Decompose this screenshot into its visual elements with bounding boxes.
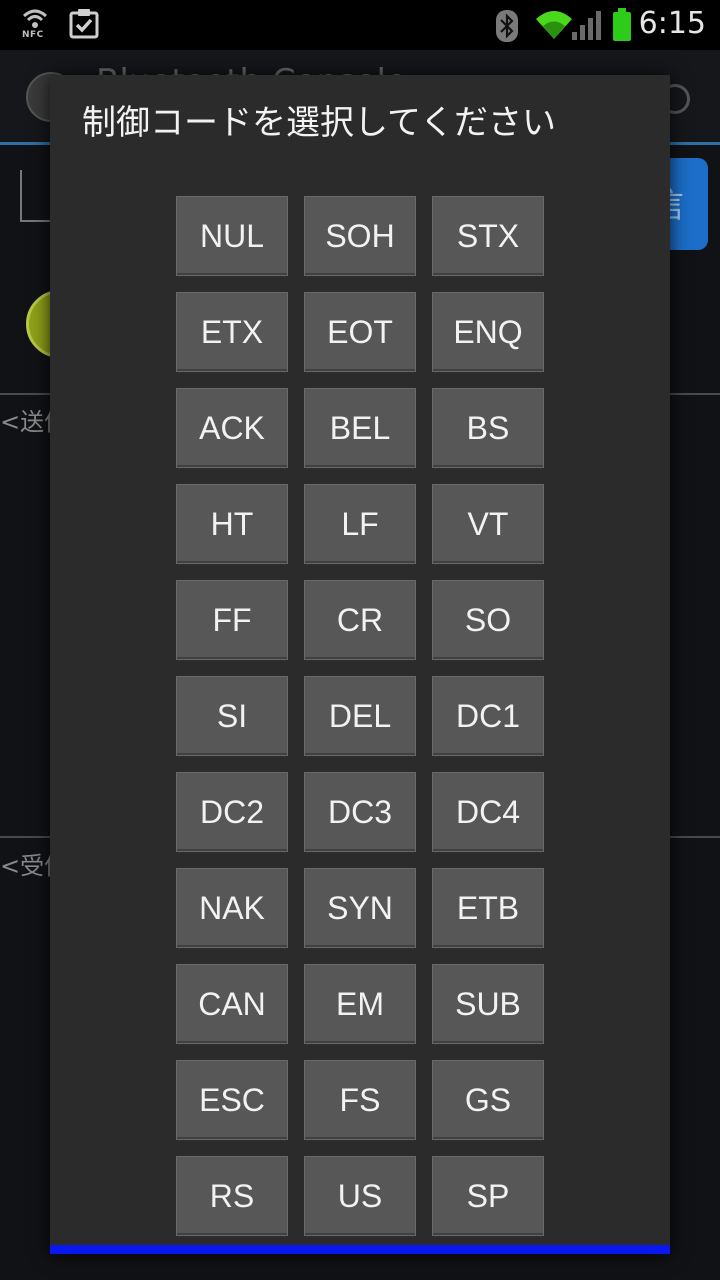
screen: NFC 6:15 <送信 <受信 制御コードを選択してください NUL SOH … [0,0,720,1280]
code-button-etx[interactable]: ETX [176,292,288,372]
code-button-sp[interactable]: SP [432,1156,544,1236]
code-button-fs[interactable]: FS [304,1060,416,1140]
bluetooth-icon [496,10,518,46]
code-button-rs[interactable]: RS [176,1156,288,1236]
dialog-accent-bar [50,1245,670,1254]
wifi-icon [534,9,574,45]
code-button-em[interactable]: EM [304,964,416,1044]
code-button-syn[interactable]: SYN [304,868,416,948]
code-button-us[interactable]: US [304,1156,416,1236]
code-button-esc[interactable]: ESC [176,1060,288,1140]
status-bar: NFC 6:15 [0,0,720,50]
code-button-lf[interactable]: LF [304,484,416,564]
code-button-cr[interactable]: CR [304,580,416,660]
code-button-sub[interactable]: SUB [432,964,544,1044]
code-button-ht[interactable]: HT [176,484,288,564]
code-button-bel[interactable]: BEL [304,388,416,468]
code-button-si[interactable]: SI [176,676,288,756]
code-button-eot[interactable]: EOT [304,292,416,372]
control-code-dialog: 制御コードを選択してください NUL SOH STX ETX EOT ENQ ACK BEL B… [50,75,670,1254]
signal-icon [570,10,604,46]
code-button-dc4[interactable]: DC4 [432,772,544,852]
control-code-grid: NUL SOH STX ETX EOT ENQ ACK BEL BS HT LF VT FF CR SO SI… [176,196,546,1236]
code-button-nak[interactable]: NAK [176,868,288,948]
code-button-ack[interactable]: ACK [176,388,288,468]
code-button-etb[interactable]: ETB [432,868,544,948]
code-button-dc1[interactable]: DC1 [432,676,544,756]
code-button-dc2[interactable]: DC2 [176,772,288,852]
code-button-so[interactable]: SO [432,580,544,660]
code-button-del[interactable]: DEL [304,676,416,756]
code-button-ff[interactable]: FF [176,580,288,660]
code-button-vt[interactable]: VT [432,484,544,564]
code-button-soh[interactable]: SOH [304,196,416,276]
status-time: 6:15 [638,6,706,41]
code-button-stx[interactable]: STX [432,196,544,276]
code-button-nul[interactable]: NUL [176,196,288,276]
code-button-enq[interactable]: ENQ [432,292,544,372]
code-button-can[interactable]: CAN [176,964,288,1044]
code-button-bs[interactable]: BS [432,388,544,468]
code-button-dc3[interactable]: DC3 [304,772,416,852]
nfc-label: NFC [22,30,44,40]
dialog-title: 制御コードを選択してください [82,103,556,143]
battery-icon [612,8,632,46]
code-button-gs[interactable]: GS [432,1060,544,1140]
clipboard-check-icon [68,8,100,44]
